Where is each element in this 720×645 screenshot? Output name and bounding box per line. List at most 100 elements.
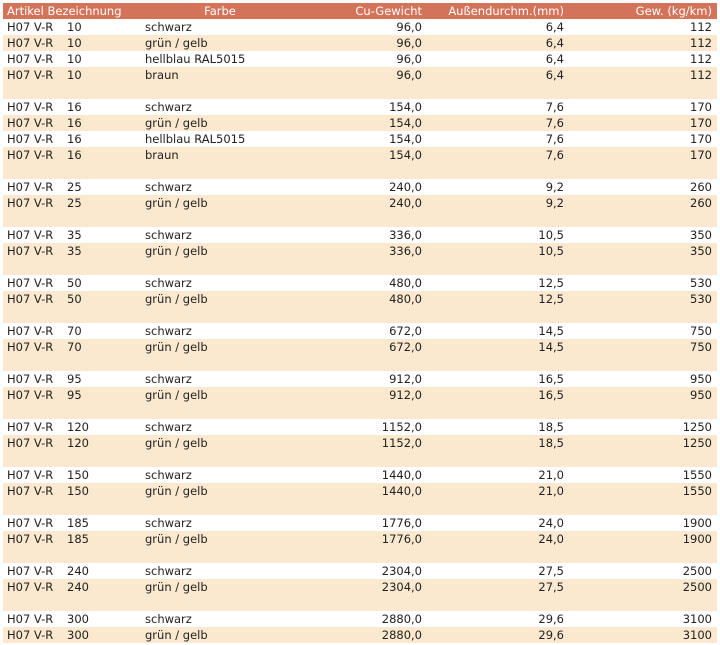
cable-spec-table: Artikel Bezeichnung Farbe Cu-Gewicht Auß… <box>3 3 717 643</box>
row-cu-weight: 1776,0 <box>381 516 422 530</box>
table-row: H07 V-R 70 schwarz 672,0 14,5 750 <box>3 323 717 339</box>
header-color: Farbe <box>204 4 236 18</box>
row-cu-weight: 2304,0 <box>381 580 422 594</box>
row-outer-diameter: 16,5 <box>538 388 564 402</box>
row-outer-diameter: 29,6 <box>538 612 564 626</box>
row-type: H07 V-R <box>7 180 54 194</box>
row-weight: 112 <box>690 52 712 66</box>
row-type: H07 V-R <box>7 516 54 530</box>
row-weight: 950 <box>690 388 712 402</box>
row-cu-weight: 96,0 <box>396 20 422 34</box>
row-cu-weight: 912,0 <box>389 372 422 386</box>
table-row: H07 V-R 150 schwarz 1440,0 21,0 1550 <box>3 467 717 483</box>
row-outer-diameter: 21,0 <box>538 484 564 498</box>
row-size: 240 <box>67 564 89 578</box>
row-size: 70 <box>67 324 82 338</box>
row-weight: 170 <box>690 148 712 162</box>
table-row: H07 V-R 16 grün / gelb 154,0 7,6 170 <box>3 115 717 131</box>
table-row: H07 V-R 300 schwarz 2880,0 29,6 3100 <box>3 611 717 627</box>
row-color: braun <box>145 68 179 82</box>
row-outer-diameter: 18,5 <box>538 436 564 450</box>
row-size: 10 <box>67 20 82 34</box>
row-type: H07 V-R <box>7 20 54 34</box>
row-weight: 1250 <box>682 436 712 450</box>
row-color: grün / gelb <box>145 244 208 258</box>
row-color: grün / gelb <box>145 196 208 210</box>
table-row: H07 V-R 150 grün / gelb 1440,0 21,0 1550 <box>3 483 717 499</box>
row-cu-weight: 154,0 <box>389 100 422 114</box>
row-outer-diameter: 7,6 <box>545 132 564 146</box>
row-weight: 1550 <box>682 468 712 482</box>
row-cu-weight: 2880,0 <box>381 628 422 642</box>
row-cu-weight: 96,0 <box>396 52 422 66</box>
row-outer-diameter: 10,5 <box>538 244 564 258</box>
row-cu-weight: 672,0 <box>389 324 422 338</box>
row-type: H07 V-R <box>7 388 54 402</box>
row-outer-diameter: 29,6 <box>538 628 564 642</box>
row-weight: 750 <box>690 340 712 354</box>
group-separator <box>3 451 717 467</box>
table-row: H07 V-R 10 braun 96,0 6,4 112 <box>3 67 717 83</box>
row-size: 150 <box>67 484 89 498</box>
row-outer-diameter: 18,5 <box>538 420 564 434</box>
row-color: schwarz <box>145 564 192 578</box>
table-row: H07 V-R 50 schwarz 480,0 12,5 530 <box>3 275 717 291</box>
row-color: grün / gelb <box>145 116 208 130</box>
row-type: H07 V-R <box>7 148 54 162</box>
row-color: schwarz <box>145 612 192 626</box>
row-outer-diameter: 6,4 <box>545 20 564 34</box>
row-cu-weight: 1152,0 <box>381 420 422 434</box>
row-outer-diameter: 7,6 <box>545 148 564 162</box>
group-separator <box>3 211 717 227</box>
row-type: H07 V-R <box>7 132 54 146</box>
table-row: H07 V-R 25 schwarz 240,0 9,2 260 <box>3 179 717 195</box>
group-separator <box>3 307 717 323</box>
row-outer-diameter: 12,5 <box>538 292 564 306</box>
table-header: Artikel Bezeichnung Farbe Cu-Gewicht Auß… <box>3 3 717 19</box>
row-cu-weight: 1440,0 <box>381 468 422 482</box>
row-size: 16 <box>67 100 82 114</box>
row-cu-weight: 154,0 <box>389 116 422 130</box>
row-type: H07 V-R <box>7 532 54 546</box>
group-separator <box>3 259 717 275</box>
row-color: hellblau RAL5015 <box>145 52 246 66</box>
row-weight: 170 <box>690 132 712 146</box>
row-weight: 2500 <box>682 564 712 578</box>
row-cu-weight: 96,0 <box>396 36 422 50</box>
row-type: H07 V-R <box>7 436 54 450</box>
row-type: H07 V-R <box>7 116 54 130</box>
row-weight: 950 <box>690 372 712 386</box>
row-cu-weight: 1152,0 <box>381 436 422 450</box>
row-type: H07 V-R <box>7 276 54 290</box>
row-weight: 530 <box>690 292 712 306</box>
row-weight: 2500 <box>682 580 712 594</box>
row-outer-diameter: 6,4 <box>545 36 564 50</box>
row-type: H07 V-R <box>7 324 54 338</box>
table-row: H07 V-R 10 schwarz 96,0 6,4 112 <box>3 19 717 35</box>
row-size: 150 <box>67 468 89 482</box>
table-row: H07 V-R 50 grün / gelb 480,0 12,5 530 <box>3 291 717 307</box>
row-color: schwarz <box>145 228 192 242</box>
row-cu-weight: 154,0 <box>389 132 422 146</box>
header-outer-diameter: Außendurchm.(mm) <box>448 4 564 18</box>
row-type: H07 V-R <box>7 340 54 354</box>
group-separator <box>3 83 717 99</box>
table-row: H07 V-R 16 hellblau RAL5015 154,0 7,6 170 <box>3 131 717 147</box>
row-color: schwarz <box>145 372 192 386</box>
row-outer-diameter: 27,5 <box>538 580 564 594</box>
row-type: H07 V-R <box>7 372 54 386</box>
row-color: schwarz <box>145 276 192 290</box>
group-separator <box>3 547 717 563</box>
row-cu-weight: 912,0 <box>389 388 422 402</box>
row-type: H07 V-R <box>7 52 54 66</box>
row-color: schwarz <box>145 20 192 34</box>
row-weight: 3100 <box>682 628 712 642</box>
row-size: 35 <box>67 244 82 258</box>
row-size: 35 <box>67 228 82 242</box>
table-row: H07 V-R 120 grün / gelb 1152,0 18,5 1250 <box>3 435 717 451</box>
table-body: H07 V-R 10 schwarz 96,0 6,4 112 H07 V-R 10 grün … <box>3 19 717 643</box>
row-type: H07 V-R <box>7 580 54 594</box>
row-weight: 530 <box>690 276 712 290</box>
row-weight: 1900 <box>682 516 712 530</box>
row-color: grün / gelb <box>145 388 208 402</box>
